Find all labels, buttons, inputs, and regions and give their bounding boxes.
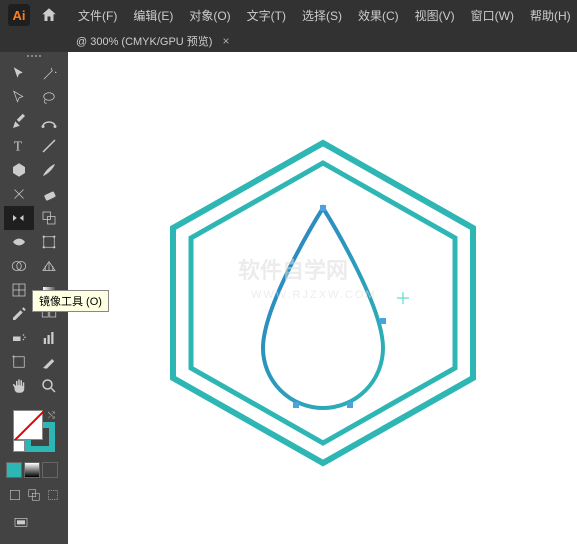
workspace: T ⤭	[0, 52, 577, 544]
pen-tool-icon[interactable]	[4, 110, 34, 134]
panel-grip[interactable]	[0, 52, 68, 60]
screen-mode-row	[0, 508, 68, 538]
app-logo: Ai	[8, 4, 30, 26]
toolbox-panel: T ⤭	[0, 52, 68, 544]
menu-view[interactable]: 视图(V)	[409, 3, 461, 28]
swap-colors-icon[interactable]: ⤭	[48, 410, 55, 421]
anchor-point-bl	[293, 402, 299, 408]
tab-close-button[interactable]: ×	[222, 34, 229, 48]
anchor-point-top	[320, 205, 326, 211]
menu-effect[interactable]: 效果(C)	[352, 3, 405, 28]
direct-selection-tool-icon[interactable]	[4, 86, 34, 110]
anchor-point-right	[380, 318, 386, 324]
menu-help[interactable]: 帮助(H)	[524, 3, 577, 28]
document-tab-title[interactable]: @ 300% (CMYK/GPU 预览)	[76, 33, 212, 49]
column-graph-tool-icon[interactable]	[34, 326, 64, 350]
menu-file[interactable]: 文件(F)	[72, 3, 123, 28]
reflect-tool-icon[interactable]	[4, 206, 34, 230]
magic-wand-tool-icon[interactable]	[34, 62, 64, 86]
color-mode-row	[0, 458, 68, 482]
menu-select[interactable]: 选择(S)	[296, 3, 348, 28]
hexagon-outer	[173, 143, 473, 463]
symbol-sprayer-tool-icon[interactable]	[4, 326, 34, 350]
default-colors-icon[interactable]	[13, 440, 25, 452]
tool-grid: T	[0, 60, 68, 400]
perspective-grid-tool-icon[interactable]	[34, 254, 64, 278]
draw-normal-icon[interactable]	[6, 486, 23, 504]
eyedropper-tool-icon[interactable]	[4, 302, 34, 326]
width-tool-icon[interactable]	[4, 230, 34, 254]
artboard-tool-icon[interactable]	[4, 350, 34, 374]
water-drop-shape	[263, 208, 383, 408]
hand-tool-icon[interactable]	[4, 374, 34, 398]
scale-tool-icon[interactable]	[34, 206, 64, 230]
line-tool-icon[interactable]	[34, 134, 64, 158]
mesh-tool-icon[interactable]	[4, 278, 34, 302]
menu-object[interactable]: 对象(O)	[183, 3, 236, 28]
titlebar: Ai 文件(F) 编辑(E) 对象(O) 文字(T) 选择(S) 效果(C) 视…	[0, 0, 577, 30]
color-mode-none-icon[interactable]	[42, 462, 58, 478]
document-tabbar: @ 300% (CMYK/GPU 预览) ×	[0, 30, 577, 52]
center-crosshair	[397, 292, 409, 304]
selection-tool-icon[interactable]	[4, 62, 34, 86]
type-tool-icon[interactable]: T	[4, 134, 34, 158]
paintbrush-tool-icon[interactable]	[34, 158, 64, 182]
shaper-tool-icon[interactable]	[4, 182, 34, 206]
eraser-tool-icon[interactable]	[34, 182, 64, 206]
artwork-hexagon: 软件自学网 WWW.RJZXW.COM	[143, 128, 503, 468]
shape-tool-icon[interactable]	[4, 158, 34, 182]
draw-mode-row	[0, 482, 68, 508]
menu-edit[interactable]: 编辑(E)	[127, 3, 179, 28]
curvature-tool-icon[interactable]	[34, 110, 64, 134]
shape-builder-tool-icon[interactable]	[4, 254, 34, 278]
watermark-text-2: WWW.RJZXW.COM	[251, 289, 377, 301]
lasso-tool-icon[interactable]	[34, 86, 64, 110]
draw-inside-icon[interactable]	[45, 486, 62, 504]
menu-window[interactable]: 窗口(W)	[465, 3, 520, 28]
canvas-area[interactable]: 软件自学网 WWW.RJZXW.COM	[68, 52, 577, 544]
draw-behind-icon[interactable]	[25, 486, 42, 504]
home-icon[interactable]	[38, 4, 60, 26]
color-mode-solid-icon[interactable]	[6, 462, 22, 478]
color-section: ⤭	[0, 404, 68, 458]
menu-bar: 文件(F) 编辑(E) 对象(O) 文字(T) 选择(S) 效果(C) 视图(V…	[72, 3, 577, 28]
slice-tool-icon[interactable]	[34, 350, 64, 374]
anchor-point-br	[347, 402, 353, 408]
watermark-text-1: 软件自学网	[238, 258, 348, 283]
color-mode-gradient-icon[interactable]	[24, 462, 40, 478]
fill-stroke-swatches[interactable]: ⤭	[13, 410, 55, 452]
free-transform-tool-icon[interactable]	[34, 230, 64, 254]
none-fill-indicator	[13, 410, 44, 441]
screen-mode-icon[interactable]	[6, 512, 36, 534]
tooltip: 镜像工具 (O)	[32, 290, 109, 312]
menu-type[interactable]: 文字(T)	[241, 3, 292, 28]
fill-color-swatch[interactable]	[13, 410, 43, 440]
svg-text:T: T	[14, 139, 23, 154]
zoom-tool-icon[interactable]	[34, 374, 64, 398]
